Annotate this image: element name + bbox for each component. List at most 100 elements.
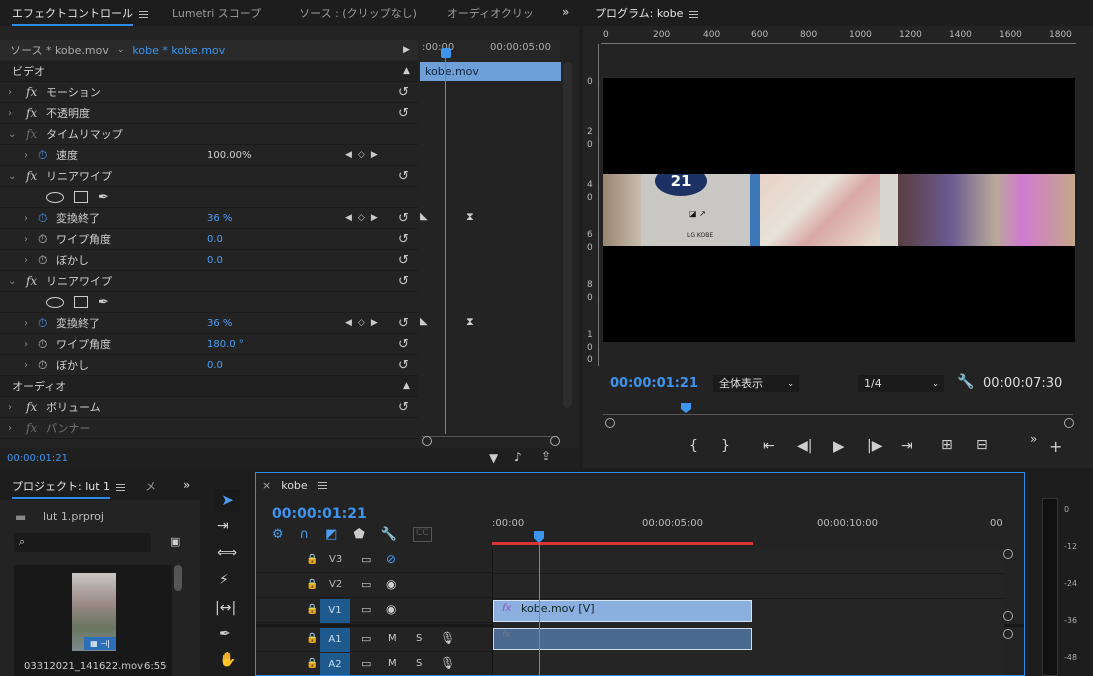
pen-icon[interactable]: ✒ bbox=[219, 626, 231, 642]
video-frame[interactable]: 21 ◪ ↗ LG KOBE bbox=[603, 78, 1075, 342]
effect-time-remap[interactable]: ⌄ fx タイムリマップ bbox=[0, 124, 418, 145]
zoom-handle-left[interactable] bbox=[422, 436, 432, 446]
resolution-select[interactable]: 1/4 ⌄ bbox=[858, 375, 944, 392]
captions-icon[interactable]: CC bbox=[412, 527, 432, 542]
mark-in-icon[interactable]: { bbox=[689, 438, 698, 454]
ec-zoom-scrollbar[interactable] bbox=[422, 436, 558, 446]
param-transition-end-1[interactable]: › ⏱ 変換終了 36 % ◀◇▶ ↺ bbox=[0, 208, 418, 229]
reset-icon[interactable]: ↺ bbox=[398, 106, 409, 121]
tab-lumetri-scopes[interactable]: Lumetri スコープ bbox=[162, 5, 271, 21]
sync-lock-icon[interactable]: ▭ bbox=[361, 553, 371, 566]
ec-timecode[interactable]: 00:00:01:21 bbox=[7, 453, 68, 464]
lock-icon[interactable]: 🔒 bbox=[306, 554, 318, 565]
extract-icon[interactable]: ⊟ bbox=[976, 437, 988, 453]
solo-button[interactable]: S bbox=[416, 633, 422, 644]
reset-icon[interactable]: ↺ bbox=[398, 316, 409, 331]
lock-icon[interactable]: 🔒 bbox=[306, 604, 318, 615]
clip-bar[interactable]: kobe.mov bbox=[420, 62, 561, 81]
stopwatch-icon[interactable]: ⏱ bbox=[38, 337, 56, 352]
param-feather-2[interactable]: › ⏱ ぼかし 0.0 ↺ bbox=[0, 355, 418, 376]
work-area-bar[interactable] bbox=[492, 542, 753, 545]
reset-icon[interactable]: ↺ bbox=[398, 274, 409, 289]
track-v2[interactable]: 🔒 V2 ▭ ◉ bbox=[256, 574, 492, 598]
param-wipe-angle-1[interactable]: › ⏱ ワイプ角度 0.0 ↺ bbox=[0, 229, 418, 250]
program-timecode[interactable]: 00:00:01:21 bbox=[610, 376, 698, 391]
go-to-out-icon[interactable]: ⇥ bbox=[901, 438, 913, 454]
ellipse-mask-icon[interactable] bbox=[46, 191, 64, 203]
lock-icon[interactable]: 🔒 bbox=[306, 658, 318, 669]
add-marker-icon[interactable]: ⬟ bbox=[353, 527, 364, 542]
overflow-chevron-icon[interactable]: » bbox=[1030, 432, 1037, 446]
zoom-handle-right[interactable] bbox=[550, 436, 560, 446]
effect-motion[interactable]: › fx モーション ↺ bbox=[0, 82, 418, 103]
snap-magnet-icon[interactable]: ∩ bbox=[300, 527, 310, 542]
track-v1[interactable]: 🔒 V1 ▭ ◉ bbox=[256, 599, 492, 623]
play-icon[interactable]: ▶ bbox=[833, 437, 845, 455]
step-forward-icon[interactable]: |▶ bbox=[867, 438, 882, 454]
nest-toggle-icon[interactable]: ⚙ bbox=[272, 527, 284, 542]
effect-panner[interactable]: › fx パンナー bbox=[0, 418, 418, 439]
overflow-chevron-icon[interactable]: » bbox=[183, 478, 190, 492]
param-feather-1[interactable]: › ⏱ ぼかし 0.0 ↺ bbox=[0, 250, 418, 271]
keyframe-nav-icon[interactable]: ◀◇▶ bbox=[345, 213, 384, 223]
microphone-icon[interactable]: 🎙 bbox=[440, 656, 455, 670]
filter-icon[interactable]: ▼ bbox=[489, 451, 498, 465]
keyframe-marker[interactable]: ◣ bbox=[420, 211, 428, 222]
playhead-marker[interactable] bbox=[441, 48, 451, 58]
source-patch[interactable]: A1 bbox=[320, 628, 350, 652]
play-only-icon[interactable]: ▶ bbox=[403, 45, 410, 55]
tab-source[interactable]: ソース : (クリップなし) bbox=[289, 5, 427, 21]
lift-icon[interactable]: ⊞ bbox=[941, 437, 953, 453]
export-icon[interactable]: ⇪ bbox=[541, 449, 551, 463]
rect-mask-icon[interactable] bbox=[74, 191, 88, 203]
effect-volume[interactable]: › fx ボリューム ↺ bbox=[0, 397, 418, 418]
mute-button[interactable]: M bbox=[388, 633, 397, 644]
mark-out-icon[interactable]: } bbox=[721, 438, 730, 454]
tab-project[interactable]: プロジェクト: lut 1 bbox=[0, 478, 135, 499]
menu-icon[interactable] bbox=[116, 483, 126, 491]
settings-wrench-icon[interactable]: 🔧 bbox=[381, 527, 397, 542]
stopwatch-icon[interactable]: ⏱ bbox=[38, 358, 56, 373]
wrench-icon[interactable]: 🔧 bbox=[957, 374, 974, 390]
ec-scrollbar[interactable] bbox=[563, 62, 572, 408]
reset-icon[interactable]: ↺ bbox=[398, 85, 409, 100]
eye-icon[interactable]: ◉ bbox=[386, 602, 396, 616]
reset-icon[interactable]: ↺ bbox=[398, 169, 409, 184]
scrub-handle-left[interactable] bbox=[605, 418, 615, 428]
go-to-in-icon[interactable]: ⇤ bbox=[763, 438, 775, 454]
selection-tool-icon[interactable]: ➤ bbox=[215, 489, 240, 512]
keyframe-marker[interactable]: ◣ bbox=[420, 316, 428, 327]
sync-lock-icon[interactable]: ▭ bbox=[361, 632, 371, 645]
add-button-icon[interactable]: + bbox=[1049, 437, 1062, 456]
stopwatch-icon[interactable]: ⏱ bbox=[38, 316, 56, 331]
razor-icon[interactable]: ⚡ bbox=[219, 572, 229, 588]
keyframe-marker[interactable]: ⧗ bbox=[466, 210, 474, 224]
keyframe-marker[interactable]: ⧗ bbox=[466, 315, 474, 329]
tab-effect-controls[interactable]: エフェクトコントロール bbox=[0, 5, 158, 26]
keyframe-nav-icon[interactable]: ◀◇▶ bbox=[345, 318, 384, 328]
sequence-timecode[interactable]: 00:00:01:21 bbox=[272, 506, 367, 522]
solo-button[interactable]: S bbox=[416, 658, 422, 669]
rect-mask-icon[interactable] bbox=[74, 296, 88, 308]
param-speed[interactable]: › ⏱ 速度 100.00% ◀◇▶ bbox=[0, 145, 418, 166]
clip-thumbnail[interactable]: ▦ ⊣| bbox=[14, 565, 172, 676]
scroll-handle-a[interactable] bbox=[1003, 629, 1013, 639]
stopwatch-icon[interactable]: ⏱ bbox=[38, 253, 56, 268]
mini-timeline-ruler[interactable]: :00:00 00:00:05:00 bbox=[420, 40, 560, 62]
program-scrubber[interactable] bbox=[603, 407, 1073, 415]
sync-lock-icon[interactable]: ▭ bbox=[361, 603, 371, 616]
tab-audio-clip[interactable]: オーディオクリッ bbox=[437, 5, 544, 21]
source-patch[interactable]: V1 bbox=[320, 599, 350, 623]
track-a1[interactable]: 🔒 A1 ▭ M S 🎙 bbox=[256, 628, 492, 652]
source-label[interactable]: ソース * kobe.mov bbox=[10, 42, 109, 58]
menu-icon[interactable] bbox=[689, 10, 699, 18]
reset-icon[interactable]: ↺ bbox=[398, 211, 409, 226]
eye-off-icon[interactable]: ⊘ bbox=[386, 552, 396, 566]
stopwatch-icon[interactable]: ⏱ bbox=[38, 148, 56, 163]
audio-clip[interactable]: fx bbox=[493, 628, 752, 650]
close-icon[interactable]: × bbox=[262, 479, 271, 492]
reset-icon[interactable]: ↺ bbox=[398, 400, 409, 415]
hand-icon[interactable]: ✋ bbox=[219, 652, 236, 668]
track-a2[interactable]: 🔒 A2 ▭ M S 🎙 bbox=[256, 653, 492, 675]
stopwatch-icon[interactable]: ⏱ bbox=[38, 211, 56, 226]
